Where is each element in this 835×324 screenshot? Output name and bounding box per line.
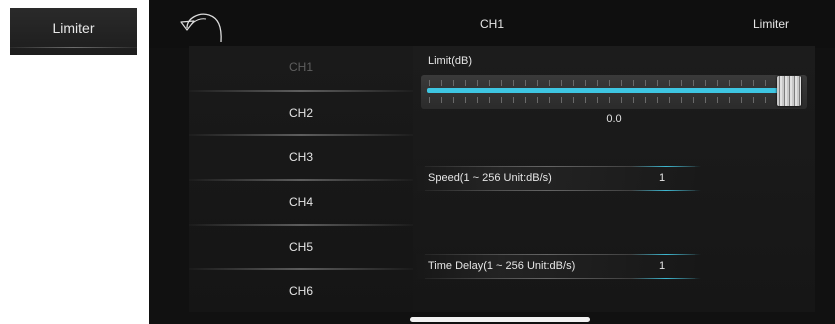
slider-thumb[interactable] [777, 76, 801, 106]
channel-label: CH2 [288, 106, 313, 120]
value-highlight [631, 254, 701, 255]
speed-row: Speed(1 ~ 256 Unit:dB/s) 1 [413, 166, 703, 191]
time-delay-label: Time Delay(1 ~ 256 Unit:dB/s) [428, 260, 576, 272]
channel-item-ch1[interactable]: CH1 [189, 46, 413, 90]
header-bar: CH1 Limiter [149, 0, 835, 48]
value-highlight [631, 190, 701, 191]
page-title: CH1 [479, 17, 504, 31]
limit-slider[interactable] [421, 75, 807, 109]
limit-value: 0.0 [606, 113, 622, 125]
slider-fill [427, 88, 779, 93]
channel-label: CH5 [288, 240, 313, 254]
time-delay-row: Time Delay(1 ~ 256 Unit:dB/s) 1 [413, 254, 703, 279]
channel-item-ch4[interactable]: CH4 [189, 181, 413, 225]
channel-item-ch2[interactable]: CH2 [189, 92, 413, 136]
limiter-thumbnail[interactable]: Limiter [10, 8, 137, 55]
channel-label: CH3 [288, 150, 313, 164]
slider-ticks-bottom [429, 97, 785, 103]
channel-label: CH4 [288, 195, 313, 209]
limiter-settings: Limit(dB) 0.0 Speed(1 ~ 256 Unit:dB/s) 1… [413, 46, 815, 312]
channel-label: CH1 [288, 60, 313, 74]
header-module-label: Limiter [752, 17, 789, 31]
channel-item-ch3[interactable]: CH3 [189, 136, 413, 180]
home-indicator[interactable] [410, 317, 590, 322]
channel-item-ch5[interactable]: CH5 [189, 226, 413, 270]
slider-ticks-top [429, 80, 785, 86]
limiter-panel: CH1 Limiter CH1 CH2 CH3 CH4 CH5 CH6 Limi… [149, 0, 835, 324]
thumbnail-divider [10, 47, 137, 48]
limit-label: Limit(dB) [428, 55, 473, 67]
speed-label: Speed(1 ~ 256 Unit:dB/s) [428, 172, 552, 184]
value-highlight [631, 166, 701, 167]
channel-item-ch6[interactable]: CH6 [189, 270, 413, 314]
thumbnail-label: Limiter [52, 20, 95, 36]
channel-label: CH6 [288, 284, 313, 298]
speed-input[interactable]: 1 [637, 172, 687, 184]
channel-list: CH1 CH2 CH3 CH4 CH5 CH6 [189, 46, 413, 312]
time-delay-input[interactable]: 1 [637, 260, 687, 272]
value-highlight [631, 278, 701, 279]
